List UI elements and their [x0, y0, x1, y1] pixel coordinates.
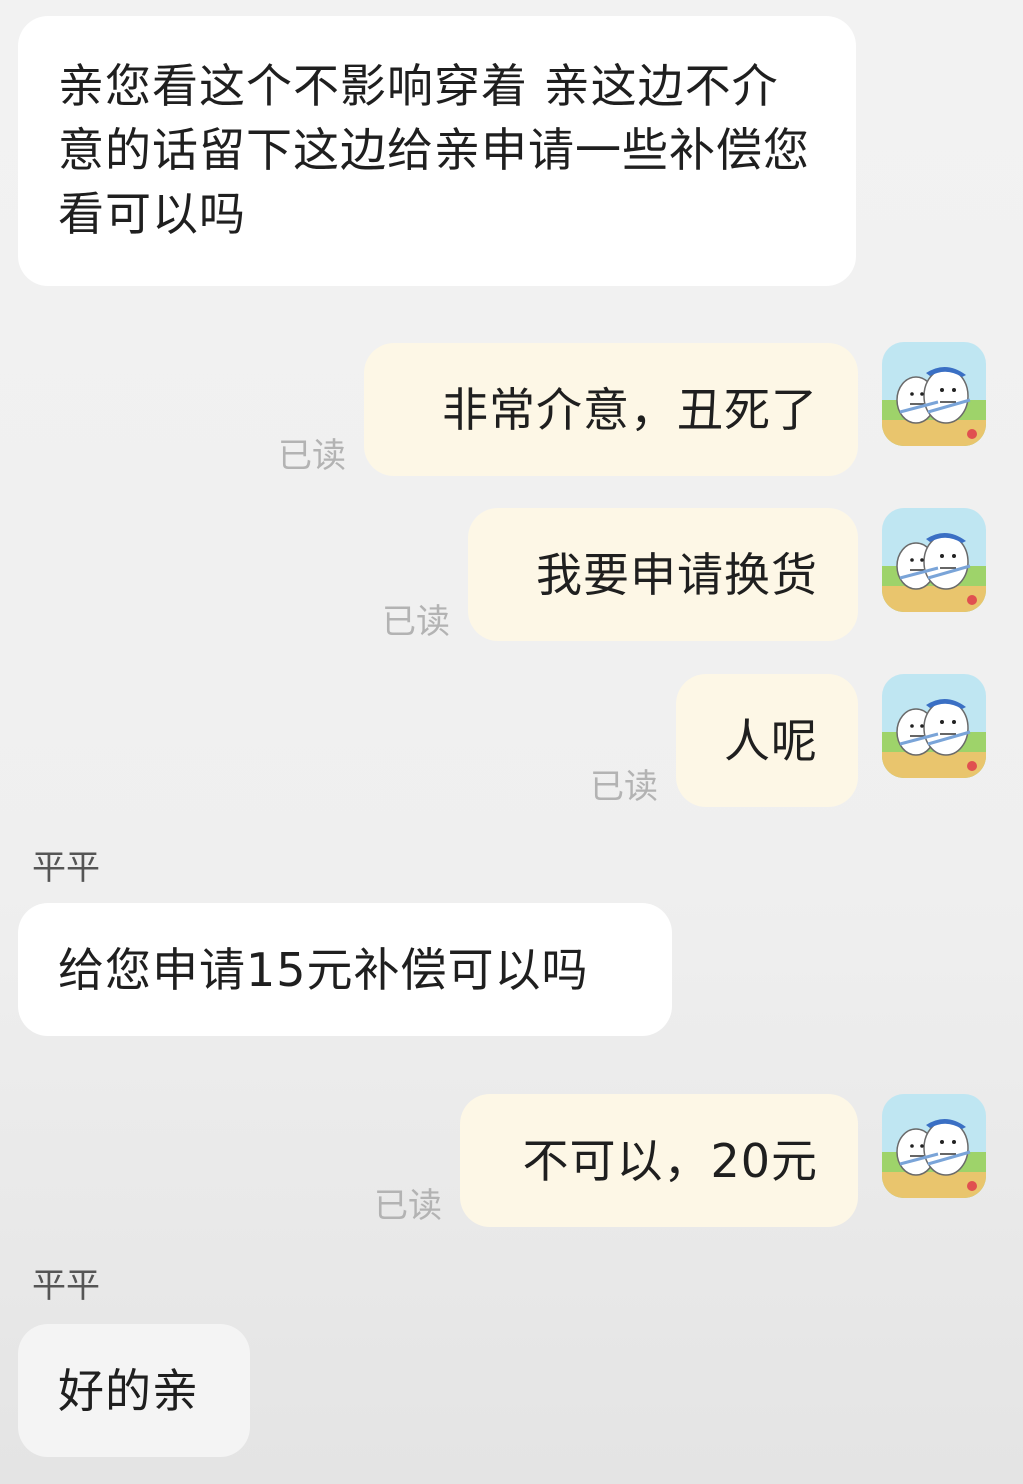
sender-name: 平平: [32, 848, 100, 888]
outgoing-message-bubble[interactable]: 非常介意，丑死了: [364, 343, 858, 476]
read-status: 已读: [374, 1186, 442, 1226]
read-status: 已读: [278, 436, 346, 476]
sender-name: 平平: [32, 1266, 100, 1306]
message-text: 给您申请15元补偿可以吗: [58, 942, 589, 997]
user-avatar[interactable]: [882, 342, 986, 446]
message-text: 人呢: [724, 713, 818, 768]
user-avatar[interactable]: [882, 1094, 986, 1198]
outgoing-message-bubble[interactable]: 不可以，20元: [460, 1094, 858, 1227]
message-text: 好的亲: [58, 1363, 199, 1418]
message-text: 不可以，20元: [522, 1133, 818, 1188]
cartoon-egg-characters-icon: [882, 508, 986, 612]
cartoon-egg-characters-icon: [882, 342, 986, 446]
read-status: 已读: [382, 602, 450, 642]
user-avatar[interactable]: [882, 508, 986, 612]
cartoon-egg-characters-icon: [882, 1094, 986, 1198]
message-text: 我要申请换货: [536, 547, 818, 602]
message-text: 亲您看这个不影响穿着 亲这边不介意的话留下这边给亲申请一些补偿您看可以吗: [58, 59, 810, 241]
outgoing-message-bubble[interactable]: 我要申请换货: [468, 508, 858, 641]
outgoing-message-bubble[interactable]: 人呢: [676, 674, 858, 807]
read-status: 已读: [590, 767, 658, 807]
incoming-message-bubble[interactable]: 亲您看这个不影响穿着 亲这边不介意的话留下这边给亲申请一些补偿您看可以吗: [18, 16, 856, 286]
incoming-message-bubble[interactable]: 好的亲: [18, 1324, 250, 1457]
message-text: 非常介意，丑死了: [442, 382, 818, 437]
incoming-message-bubble[interactable]: 给您申请15元补偿可以吗: [18, 903, 672, 1036]
user-avatar[interactable]: [882, 674, 986, 778]
cartoon-egg-characters-icon: [882, 674, 986, 778]
